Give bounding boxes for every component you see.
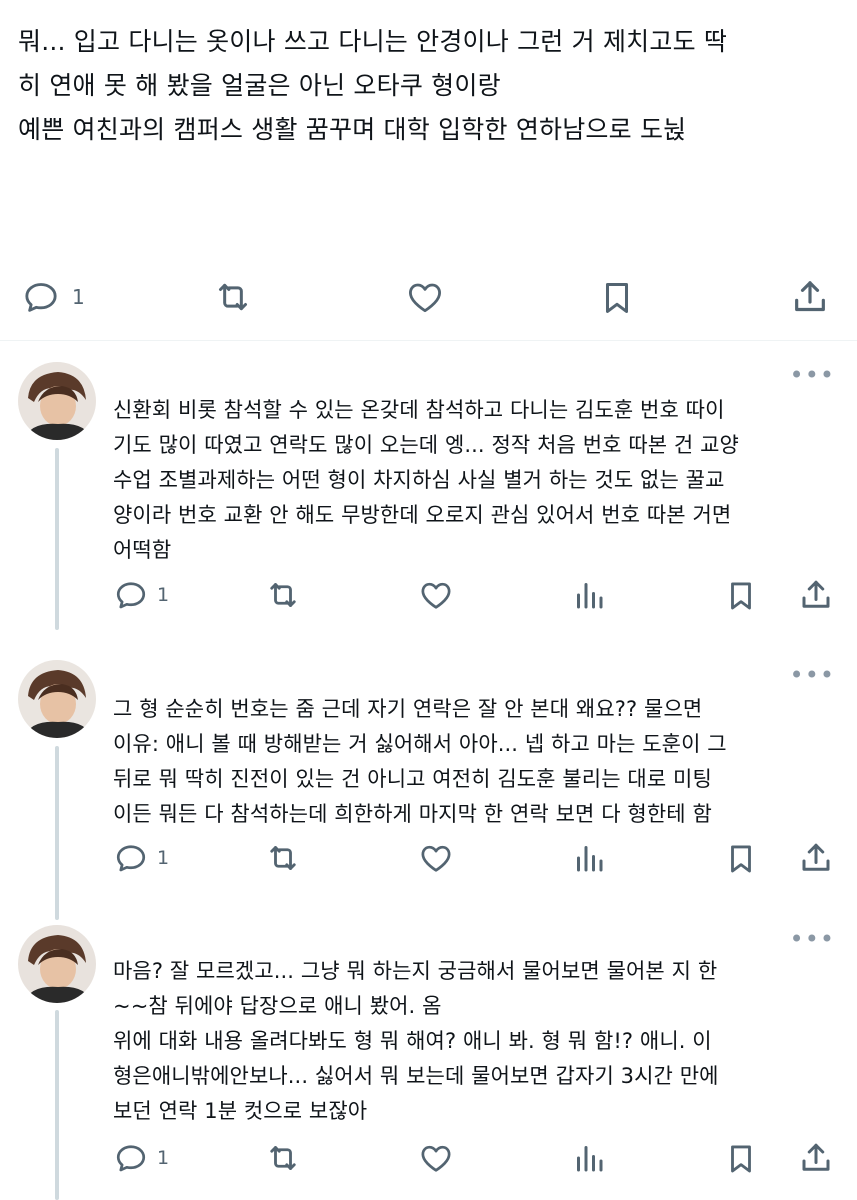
reply-actions: 1 (113, 1140, 843, 1180)
reply-count: 1 (72, 285, 85, 309)
retweet-button[interactable] (210, 277, 256, 317)
reply-text: 그 형 순순히 번호는 줌 근데 자기 연락은 잘 안 본대 왜요?? 물으면 … (113, 697, 727, 826)
bookmark-button[interactable] (724, 577, 758, 615)
reply-tweet[interactable]: ••• 신환회 비롯 참석할 수 있는 온갖데 참석하고 다니는 김도훈 번호 … (0, 340, 857, 630)
more-options[interactable]: ••• (790, 927, 835, 951)
bookmark-button[interactable] (724, 840, 758, 878)
heart-icon (421, 582, 451, 609)
share-icon (802, 843, 830, 871)
retweet-icon (270, 583, 296, 607)
retweet-icon (219, 283, 247, 311)
reply-text: 신환회 비롯 참석할 수 있는 온갖데 참석하고 다니는 김도훈 번호 따이 기… (113, 398, 739, 562)
views-button[interactable] (571, 577, 607, 613)
thread-line (55, 746, 59, 920)
share-button[interactable] (798, 577, 834, 613)
share-button[interactable] (798, 1140, 834, 1176)
heart-icon (421, 845, 451, 872)
avatar[interactable] (18, 362, 96, 440)
reply-button[interactable]: 1 (113, 577, 169, 613)
like-button[interactable] (417, 1140, 455, 1176)
bookmark-button[interactable] (598, 277, 636, 319)
reply-actions: 1 (113, 840, 843, 880)
share-icon (802, 1143, 830, 1171)
reply-tweet[interactable]: ••• 그 형 순순히 번호는 줌 근데 자기 연락은 잘 안 본대 왜요?? … (0, 630, 857, 920)
more-options[interactable]: ••• (790, 363, 835, 387)
reply-icon (116, 582, 146, 609)
analytics-icon (577, 846, 603, 872)
thread-line (55, 448, 59, 630)
reply-text: 마음? 잘 모르겠고... 그냥 뭐 하는지 궁금해서 물어보면 물어본 지 한… (113, 959, 719, 1123)
avatar[interactable] (18, 660, 96, 738)
analytics-icon (577, 583, 603, 609)
reply-count: 1 (157, 847, 170, 869)
retweet-icon (270, 1146, 296, 1170)
reply-button[interactable]: 1 (113, 840, 169, 876)
like-button[interactable] (417, 577, 455, 613)
heart-icon (409, 283, 441, 313)
reply-count: 1 (157, 1147, 170, 1169)
views-button[interactable] (571, 840, 607, 876)
reply-count: 1 (157, 584, 170, 606)
retweet-icon (270, 846, 296, 870)
share-button[interactable] (798, 840, 834, 876)
views-button[interactable] (571, 1140, 607, 1176)
share-icon (795, 281, 825, 312)
thread-line (55, 1010, 59, 1200)
retweet-button[interactable] (263, 1140, 303, 1176)
retweet-button[interactable] (263, 577, 303, 613)
analytics-icon (577, 1146, 603, 1172)
reply-tweet[interactable]: ••• 마음? 잘 모르겠고... 그냥 뭐 하는지 궁금해서 물어보면 물어본… (0, 920, 857, 1200)
reply-button[interactable]: 1 (20, 277, 85, 317)
heart-icon (421, 1145, 451, 1172)
bookmark-icon (731, 582, 751, 610)
reply-icon (116, 1145, 146, 1172)
share-icon (802, 580, 830, 608)
bookmark-button[interactable] (724, 1140, 758, 1178)
reply-icon (25, 283, 57, 312)
reply-actions: 1 (113, 577, 843, 617)
bookmark-icon (605, 283, 629, 313)
avatar[interactable] (18, 925, 96, 1003)
bookmark-icon (731, 1145, 751, 1173)
share-button[interactable] (790, 277, 830, 317)
reply-button[interactable]: 1 (113, 1140, 169, 1176)
like-button[interactable] (403, 277, 447, 317)
main-tweet-text: 뭐... 입고 다니는 옷이나 쓰고 다니는 안경이나 그런 거 제치고도 딱 … (18, 27, 728, 144)
bookmark-icon (731, 845, 751, 873)
like-button[interactable] (417, 840, 455, 876)
reply-icon (116, 845, 146, 872)
main-tweet-actions: 1 (0, 277, 857, 317)
retweet-button[interactable] (263, 840, 303, 876)
more-options[interactable]: ••• (790, 663, 835, 687)
